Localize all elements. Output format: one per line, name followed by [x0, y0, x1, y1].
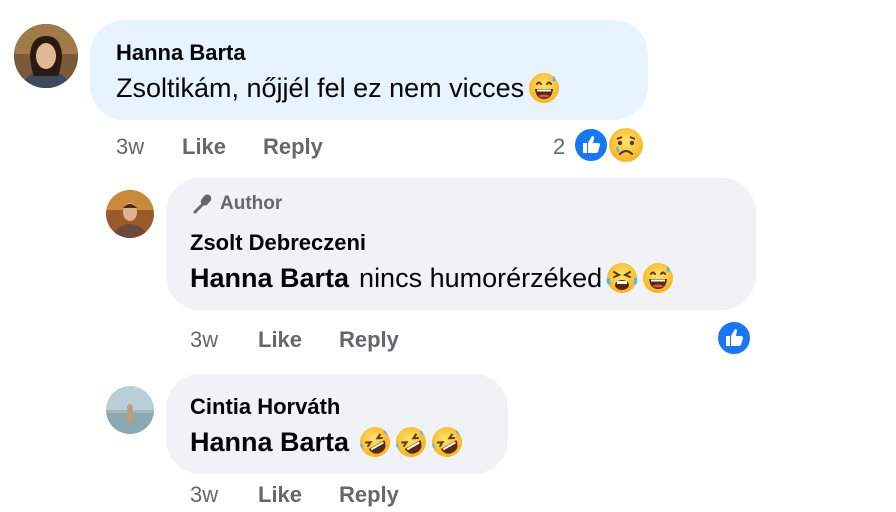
- tired-face-emoji: [606, 262, 638, 294]
- reaction-count: 2: [553, 134, 566, 159]
- sad-reaction-icon: [608, 127, 644, 163]
- laughing-with-sweat-emoji: [528, 72, 560, 104]
- avatar-cintia-horvath[interactable]: [106, 386, 154, 434]
- comment-text: Hanna Barta: [190, 426, 463, 458]
- comment-bubble-hanna: [90, 20, 648, 120]
- timestamp[interactable]: 3w: [190, 482, 218, 508]
- avatar-hanna-barta[interactable]: [14, 24, 78, 88]
- microphone-icon: [193, 194, 212, 214]
- profile-photo-icon: [106, 386, 154, 434]
- like-reaction-icon: [573, 127, 609, 163]
- reply-button[interactable]: Reply: [339, 482, 399, 508]
- author-badge: Author: [192, 193, 282, 215]
- comment-author[interactable]: Zsolt Debreczeni: [190, 230, 366, 256]
- like-button[interactable]: Like: [258, 327, 302, 353]
- rolling-on-floor-laughing-emoji: [431, 426, 463, 458]
- profile-photo-icon: [106, 190, 154, 238]
- like-button[interactable]: Like: [258, 482, 302, 508]
- comment-text: Hanna Barta nincs humorérzéked: [190, 262, 674, 294]
- timestamp[interactable]: 3w: [190, 327, 218, 353]
- comment-body: Zsoltikám, nőjjél fel ez nem vicces: [116, 72, 525, 103]
- timestamp[interactable]: 3w: [116, 134, 144, 160]
- reactions-summary[interactable]: 2: [553, 127, 643, 163]
- comment-bubble-cintia: [166, 374, 508, 474]
- like-reaction-icon[interactable]: [716, 320, 752, 356]
- mention-link[interactable]: Hanna Barta: [190, 263, 349, 294]
- like-button[interactable]: Like: [182, 134, 226, 160]
- comment-author[interactable]: Hanna Barta: [116, 40, 246, 66]
- reply-button[interactable]: Reply: [339, 327, 399, 353]
- author-badge-label: Author: [220, 193, 283, 214]
- reply-button[interactable]: Reply: [263, 134, 323, 160]
- rolling-on-floor-laughing-emoji: [359, 426, 391, 458]
- comment-author[interactable]: Cintia Horváth: [190, 394, 340, 420]
- profile-photo-icon: [14, 24, 78, 88]
- comment-text: Zsoltikám, nőjjél fel ez nem vicces: [116, 72, 560, 104]
- laughing-with-sweat-emoji: [642, 262, 674, 294]
- comment-body: nincs humorérzéked: [359, 262, 603, 293]
- mention-link[interactable]: Hanna Barta: [190, 427, 349, 458]
- rolling-on-floor-laughing-emoji: [395, 426, 427, 458]
- avatar-zsolt-debreczeni[interactable]: [106, 190, 154, 238]
